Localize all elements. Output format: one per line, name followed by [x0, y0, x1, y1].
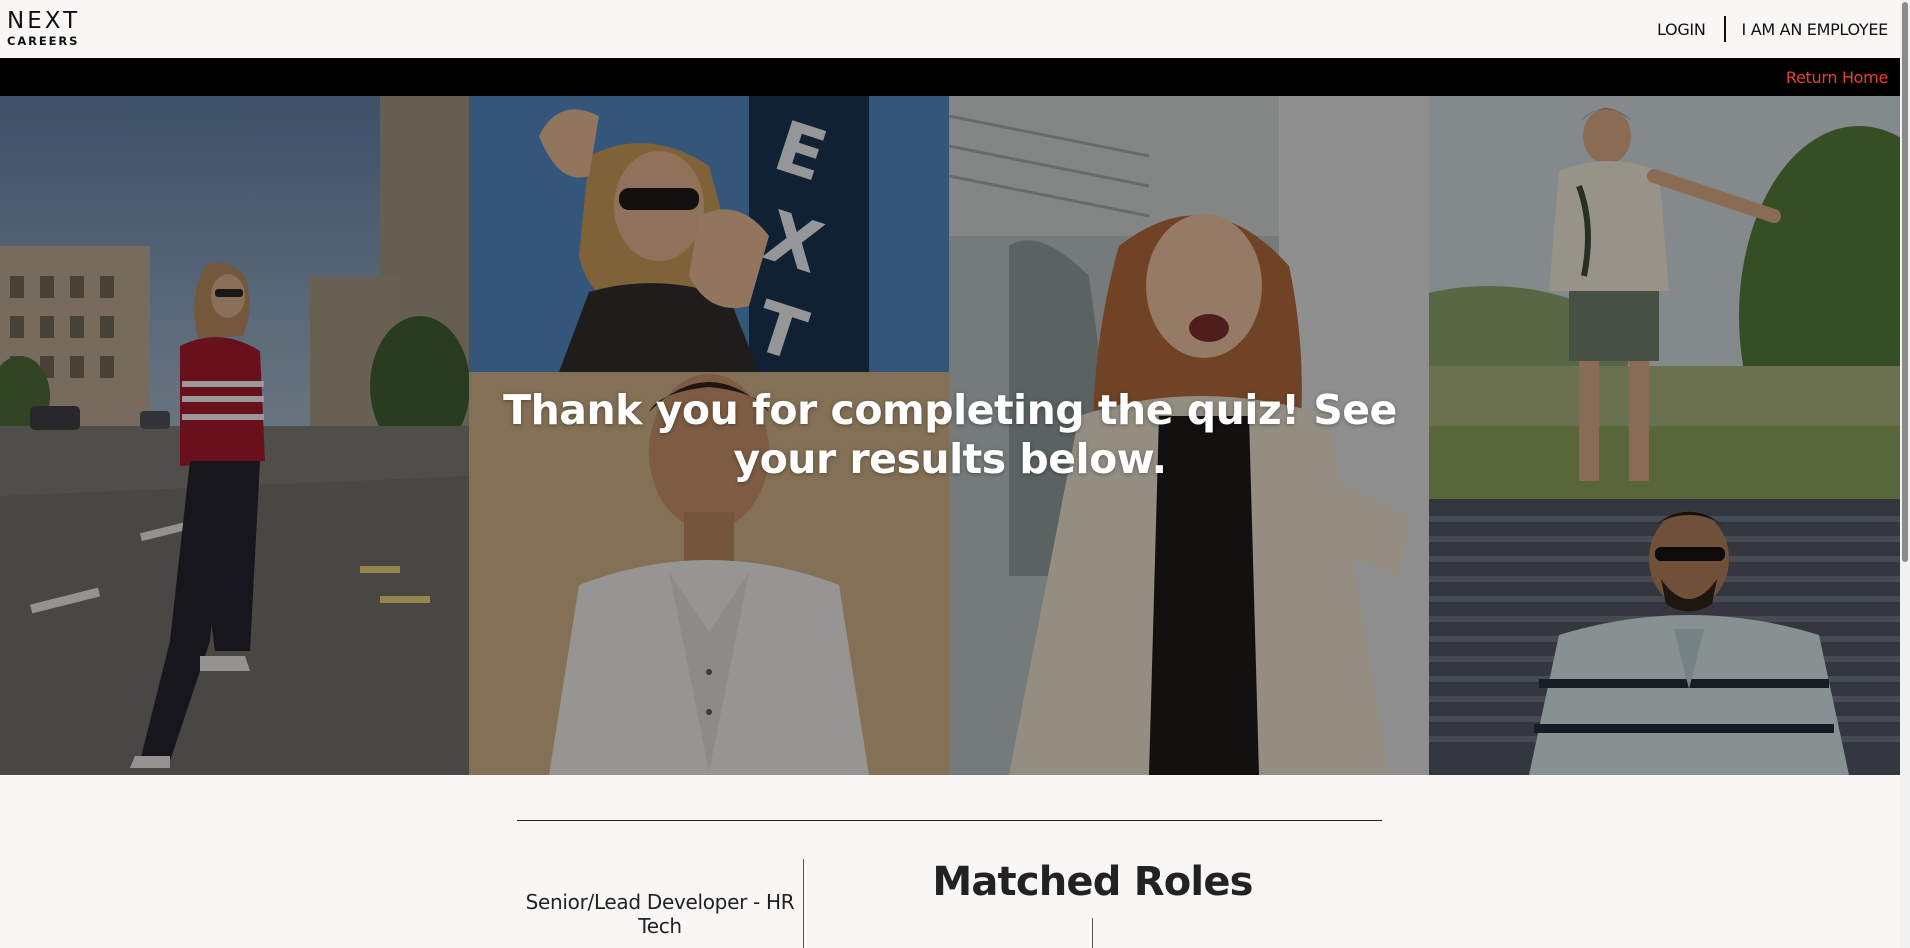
- results-divider: [517, 820, 1382, 821]
- hero-photo-man-polo-image: [1429, 499, 1910, 775]
- matched-roles-heading: Matched Roles: [932, 859, 1253, 905]
- hero-title: Thank you for completing the quiz! See y…: [503, 386, 1397, 483]
- scrollbar-thumb[interactable]: [1902, 2, 1908, 562]
- hero-photo-woman-sunglasses: E X T: [469, 96, 949, 372]
- hero-photo-woman-street-image: [0, 96, 469, 775]
- site-header: NEXT CAREERS LOGIN I AM AN EMPLOYEE: [0, 0, 1910, 58]
- hero-photo-man-polo: [1429, 499, 1910, 775]
- page-scrollbar[interactable]: [1900, 0, 1910, 948]
- results-vertical-divider: [803, 859, 804, 948]
- role-card-title[interactable]: Senior/Lead Developer - HR Tech: [520, 890, 800, 938]
- return-home-link[interactable]: Return Home: [1786, 68, 1888, 87]
- logo-wordmark-next: NEXT: [7, 8, 81, 35]
- employee-link[interactable]: I AM AN EMPLOYEE: [1742, 20, 1889, 39]
- login-link[interactable]: LOGIN: [1657, 20, 1706, 39]
- hero-photo-man-field: [1429, 96, 1910, 499]
- header-nav: LOGIN I AM AN EMPLOYEE: [1657, 16, 1888, 42]
- hero-collage: E X T Thank you for completing the quiz!…: [0, 96, 1910, 775]
- nav-divider: [1723, 16, 1726, 42]
- logo-wordmark-careers: CAREERS: [7, 34, 80, 49]
- page: NEXT CAREERS LOGIN I AM AN EMPLOYEE Retu…: [0, 0, 1910, 948]
- matched-roles-divider: [1092, 918, 1093, 948]
- hero-photo-woman-street: [0, 96, 469, 775]
- hero-photo-man-field-image: [1429, 96, 1910, 499]
- next-careers-logo[interactable]: NEXT CAREERS: [7, 10, 80, 48]
- hero-photo-woman-sunglasses-image: E X T: [469, 96, 949, 372]
- return-home-bar: Return Home: [0, 58, 1910, 96]
- quiz-results-section: Senior/Lead Developer - HR Tech Matched …: [0, 775, 1910, 948]
